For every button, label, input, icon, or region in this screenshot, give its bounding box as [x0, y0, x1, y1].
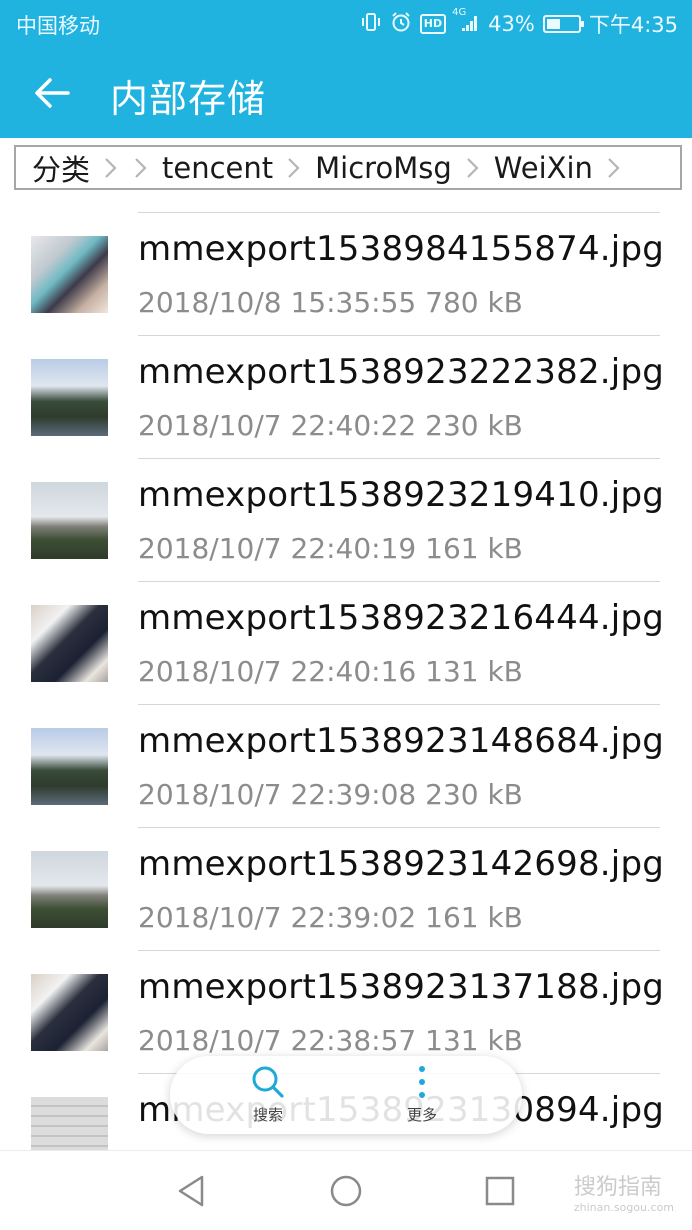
watermark-text: 搜狗指南 — [573, 1175, 662, 1200]
image-thumbnail — [31, 605, 108, 682]
chevron-right-icon — [135, 157, 147, 178]
breadcrumb: 分类 tencent MicroMsg WeiXin — [14, 145, 682, 190]
watermark-domain: zhinan.sogou.com — [573, 1201, 674, 1214]
nav-home-icon[interactable] — [326, 1171, 366, 1211]
back-arrow-icon[interactable] — [30, 70, 76, 116]
divider — [138, 335, 660, 336]
image-thumbnail — [31, 851, 108, 928]
network-type: 4G — [452, 6, 467, 18]
divider — [138, 581, 660, 582]
file-meta: 2018/10/8 15:35:55 780 kB — [138, 286, 523, 319]
chevron-right-icon — [466, 157, 479, 178]
divider — [138, 212, 660, 213]
chevron-right-icon — [105, 157, 117, 178]
file-name: mmexport1538984155874.jpg — [138, 229, 665, 269]
alarm-icon — [390, 11, 412, 38]
more-button[interactable]: 更多 — [382, 1062, 462, 1125]
divider — [138, 950, 660, 951]
list-item[interactable]: mmexport1538923142698.jpg 2018/10/7 22:3… — [0, 827, 692, 950]
image-thumbnail — [31, 359, 108, 436]
file-meta: 2018/10/7 22:38:57 131 kB — [138, 1024, 523, 1057]
divider — [138, 704, 660, 705]
image-thumbnail — [31, 974, 108, 1051]
breadcrumb-item-micromsg[interactable]: MicroMsg — [303, 151, 464, 185]
image-thumbnail — [31, 236, 108, 313]
file-meta: 2018/10/7 22:40:16 131 kB — [138, 655, 523, 688]
list-item[interactable]: mmexport1538923137188.jpg 2018/10/7 22:3… — [0, 950, 692, 1073]
battery-icon — [542, 15, 584, 33]
file-name: mmexport1538923216444.jpg — [138, 598, 665, 638]
app-bar: 内部存储 — [0, 48, 692, 138]
list-item[interactable]: mmexport1538923148684.jpg 2018/10/7 22:3… — [0, 704, 692, 827]
breadcrumb-item-weixin[interactable]: WeiXin — [482, 151, 605, 185]
breadcrumb-item-category[interactable]: 分类 — [16, 147, 102, 188]
image-thumbnail — [31, 482, 108, 559]
image-thumbnail — [31, 1097, 108, 1153]
file-meta: 2018/10/7 22:39:08 230 kB — [138, 778, 523, 811]
hd-badge: HD — [419, 14, 447, 34]
search-icon — [252, 1066, 284, 1098]
search-label: 搜索 — [252, 1106, 283, 1124]
status-bar: 中国移动 HD 4G 43% 下午4:35 — [0, 0, 692, 48]
more-vertical-icon — [419, 1066, 425, 1098]
nav-recents-icon[interactable] — [480, 1171, 520, 1211]
file-meta: 2018/10/7 22:40:19 161 kB — [138, 532, 523, 565]
file-name: mmexport1538923219410.jpg — [138, 475, 665, 515]
image-thumbnail — [31, 728, 108, 805]
status-icons: HD 4G 43% 下午4:35 — [360, 7, 678, 39]
file-name: mmexport1538923222382.jpg — [138, 352, 665, 392]
divider — [138, 458, 660, 459]
vibrate-icon — [360, 11, 382, 38]
search-button[interactable]: 搜索 — [228, 1062, 308, 1125]
clock: 下午4:35 — [588, 13, 678, 37]
nav-back-icon[interactable] — [172, 1171, 212, 1211]
file-list: mmexport1538984155874.jpg 2018/10/8 15:3… — [0, 212, 692, 1153]
watermark: 搜狗指南 zhinan.sogou.com — [574, 1169, 674, 1214]
page-title: 内部存储 — [110, 77, 267, 121]
divider — [138, 827, 660, 828]
file-name: mmexport1538923142698.jpg — [138, 844, 665, 884]
floating-action-bar: 搜索 更多 — [170, 1056, 522, 1134]
chevron-right-icon — [288, 157, 300, 178]
file-meta: 2018/10/7 22:40:22 230 kB — [138, 409, 523, 442]
list-item[interactable]: mmexport1538923222382.jpg 2018/10/7 22:4… — [0, 335, 692, 458]
signal-icon: 4G — [452, 7, 480, 38]
system-nav-bar: 搜狗指南 zhinan.sogou.com — [0, 1150, 692, 1230]
breadcrumb-item-tencent[interactable]: tencent — [150, 151, 285, 185]
battery-percent: 43% — [488, 12, 535, 36]
file-name: mmexport1538923137188.jpg — [138, 967, 665, 1007]
list-item[interactable]: mmexport1538923219410.jpg 2018/10/7 22:4… — [0, 458, 692, 581]
list-item[interactable]: mmexport1538923216444.jpg 2018/10/7 22:4… — [0, 581, 692, 704]
chevron-right-icon — [608, 157, 620, 178]
file-name: mmexport1538923148684.jpg — [138, 721, 665, 761]
file-meta: 2018/10/7 22:39:02 161 kB — [138, 901, 523, 934]
carrier-name: 中国移动 — [16, 14, 100, 38]
more-label: 更多 — [406, 1106, 437, 1124]
list-item[interactable]: mmexport1538984155874.jpg 2018/10/8 15:3… — [0, 212, 692, 335]
